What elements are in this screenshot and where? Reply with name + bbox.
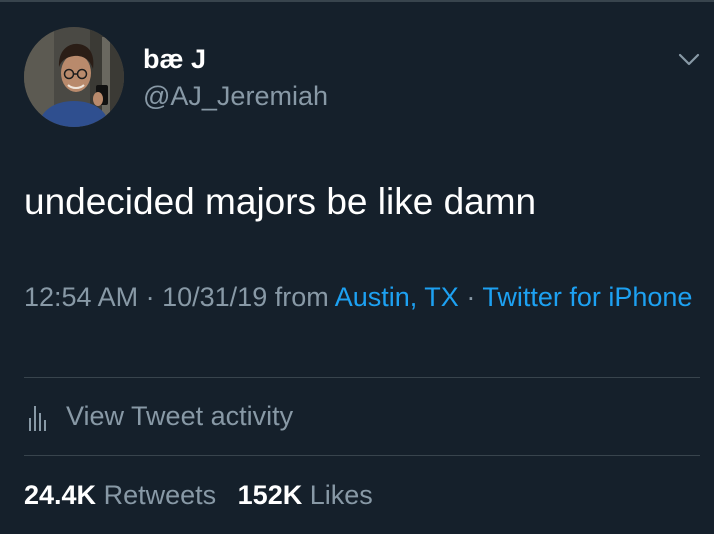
avatar[interactable] xyxy=(24,27,124,127)
retweets-label: Retweets xyxy=(103,480,217,510)
separator: · xyxy=(145,282,155,312)
avatar-photo xyxy=(24,27,124,127)
top-divider xyxy=(0,0,714,2)
retweets-stat[interactable]: 24.4K Retweets xyxy=(24,480,224,510)
separator: · xyxy=(466,282,476,312)
tweet-detail: bæ J @AJ_Jeremiah undecided majors be li… xyxy=(0,0,714,534)
tweet-text: undecided majors be like damn xyxy=(24,181,537,222)
view-tweet-activity-label: View Tweet activity xyxy=(66,401,294,431)
engagement-stats: 24.4K Retweets 152K Likes xyxy=(24,476,373,514)
from-label: from xyxy=(274,282,329,312)
view-tweet-activity-button[interactable]: View Tweet activity xyxy=(24,396,293,436)
tweet-date[interactable]: 10/31/19 xyxy=(162,282,267,312)
likes-label: Likes xyxy=(309,480,373,510)
likes-count: 152K xyxy=(237,480,303,510)
retweets-count: 24.4K xyxy=(24,480,97,510)
divider xyxy=(24,455,700,456)
chevron-down-icon[interactable] xyxy=(676,46,702,72)
location-link[interactable]: Austin, TX xyxy=(335,282,459,312)
user-handle[interactable]: @AJ_Jeremiah xyxy=(143,79,328,113)
tweet-time[interactable]: 12:54 AM xyxy=(24,282,138,312)
source-link[interactable]: Twitter for iPhone xyxy=(482,282,692,312)
tweet-metadata: 12:54 AM · 10/31/19 from Austin, TX · Tw… xyxy=(24,278,694,316)
display-name[interactable]: bæ J xyxy=(143,42,206,76)
likes-stat[interactable]: 152K Likes xyxy=(238,480,373,510)
bar-chart-icon xyxy=(29,406,46,431)
divider xyxy=(24,377,700,378)
